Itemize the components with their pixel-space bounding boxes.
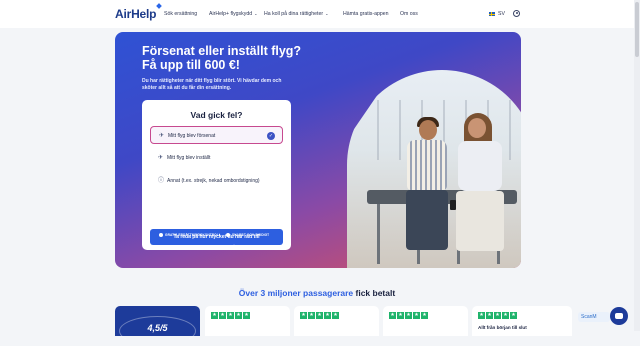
- nav-item-claim[interactable]: Sök ersättning: [164, 11, 197, 17]
- option-other[interactable]: ⓘ Annat (t.ex. strejk, nekad ombordstign…: [150, 172, 283, 190]
- nav-item-airhelp-plus[interactable]: AirHelp+ flygskydd ⌄: [209, 11, 257, 17]
- option-delayed[interactable]: ✈ Mitt flyg blev försenat ✓: [150, 126, 283, 144]
- badge-most-claims: FLEST LYCKADE ANSPRÅKSKRAV: [187, 245, 249, 250]
- airhelp-logo[interactable]: AirHelp: [115, 3, 163, 21]
- stars-rating: ★ ★ ★ ★ ★: [389, 312, 428, 319]
- woman-figure: [452, 113, 507, 260]
- hero-title: Försenat eller inställt flyg? Få upp till…: [142, 44, 302, 72]
- hero-subtitle: Du har rättigheter när ditt flyg blir st…: [142, 78, 282, 91]
- card-title: Vad gick fel?: [190, 110, 243, 120]
- claim-card: Vad gick fel? ✈ Mitt flyg blev försenat …: [142, 100, 291, 250]
- badge-free-check: GRATIS ERSÄTTNINGSKONTROLL: [159, 233, 221, 238]
- top-nav: AirHelp Sök ersättning AirHelp+ flygskyd…: [0, 0, 640, 28]
- option-cancelled[interactable]: ✈ Mitt flyg blev inställt: [150, 149, 283, 167]
- rating-card: 4,5/5: [115, 306, 200, 346]
- review-card[interactable]: ★ ★ ★ ★ ★ Allt från början till slut: [472, 306, 572, 336]
- hero-photo: [347, 70, 521, 268]
- phone-icon: [450, 200, 456, 210]
- stars-rating: ★ ★ ★ ★ ★: [478, 312, 517, 319]
- plane-icon: ✈: [159, 132, 165, 139]
- scrollbar-thumb[interactable]: [635, 2, 639, 57]
- nav-item-rights[interactable]: Ha koll på dina rättigheter ⌄: [264, 11, 328, 17]
- review-card[interactable]: ★ ★ ★ ★ ★: [294, 306, 379, 336]
- stars-rating: ★ ★ ★ ★ ★: [211, 312, 250, 319]
- rating-score: 4,5/5: [147, 323, 168, 333]
- badge-icon: [187, 245, 191, 250]
- plane-cancel-icon: ✈: [158, 154, 164, 161]
- nav-item-about[interactable]: Om oss: [400, 11, 418, 17]
- badge-icon: [159, 233, 163, 238]
- badge-icon: [226, 233, 230, 238]
- man-figure: [402, 117, 452, 260]
- user-icon[interactable]: [513, 10, 520, 17]
- badge-fast: SNABBT OCH SMIDIGT: [226, 233, 269, 238]
- chat-icon[interactable]: [610, 307, 628, 325]
- scan-widget[interactable]: ScanM: [578, 312, 610, 322]
- check-icon: ✓: [267, 131, 275, 140]
- passenger-stat-heading: Över 3 miljoner passagerare fick betalt: [238, 288, 396, 298]
- logo-spark-icon: [156, 3, 163, 9]
- language-selector[interactable]: SV: [498, 11, 505, 17]
- review-card[interactable]: ★ ★ ★ ★ ★: [383, 306, 468, 336]
- stars-rating: ★ ★ ★ ★ ★: [300, 312, 339, 319]
- chevron-down-icon: ⌄: [254, 11, 258, 16]
- review-card[interactable]: ★ ★ ★ ★ ★: [205, 306, 290, 336]
- sweden-flag-icon[interactable]: [489, 12, 495, 16]
- nav-item-app[interactable]: Hämta gratis-appen: [343, 11, 389, 17]
- chevron-down-icon: ⌄: [325, 11, 329, 16]
- scrollbar[interactable]: [634, 0, 640, 331]
- info-icon: ⓘ: [158, 177, 165, 184]
- hero-banner: Försenat eller inställt flyg? Få upp till…: [115, 32, 521, 268]
